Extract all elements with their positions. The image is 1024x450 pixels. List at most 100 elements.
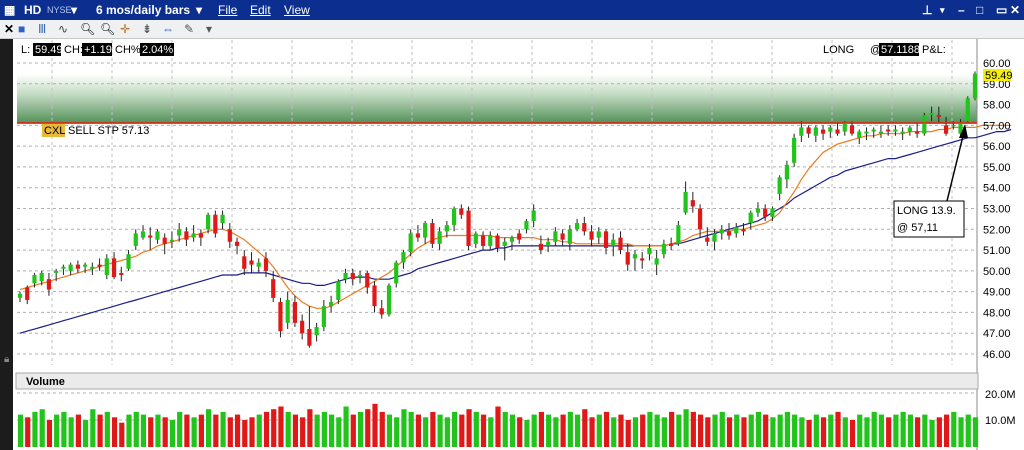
candle-body xyxy=(285,299,290,323)
volume-bar xyxy=(169,420,176,447)
change-label: CH: xyxy=(64,44,83,56)
left-scrollbar[interactable] xyxy=(0,39,13,450)
candle-body xyxy=(336,281,341,300)
candle-body xyxy=(871,129,876,132)
candle-body xyxy=(365,272,370,288)
volume-bar xyxy=(111,417,118,447)
candle-body xyxy=(242,256,247,269)
price-tick-label: 48.00 xyxy=(983,307,1011,319)
candle-body xyxy=(502,241,507,246)
candle xyxy=(972,71,978,101)
price-tick-label: 60.00 xyxy=(983,58,1011,70)
volume-bar xyxy=(661,417,668,447)
volume-bar xyxy=(965,414,971,447)
candle-body xyxy=(799,127,804,136)
volume-bar xyxy=(567,411,573,447)
candle-body xyxy=(654,258,659,265)
volume-bar xyxy=(68,417,74,447)
volume-bar xyxy=(17,414,24,447)
volume-bar xyxy=(799,417,805,447)
candle-body xyxy=(864,131,869,134)
candle-body xyxy=(893,129,898,132)
volume-bar xyxy=(220,411,226,447)
candle xyxy=(466,206,471,251)
volume-bar xyxy=(437,414,443,447)
cancel-order-button[interactable]: CXL xyxy=(44,125,65,137)
volume-bar xyxy=(741,417,747,447)
candle-body xyxy=(669,243,674,246)
candle-body xyxy=(531,210,536,221)
volume-bar xyxy=(444,417,450,447)
candle-body xyxy=(538,243,544,251)
volume-bar xyxy=(25,417,31,447)
volume-bar xyxy=(328,414,335,447)
candle-body xyxy=(401,252,406,263)
lock-icon[interactable]: 🔒︎ xyxy=(4,354,9,365)
candle-body xyxy=(46,279,52,290)
change-value: +1.19 xyxy=(84,44,112,56)
volume-bar xyxy=(618,414,624,447)
price-tick-label: 57.00 xyxy=(983,120,1011,132)
volume-bar xyxy=(386,414,393,447)
volume-bar xyxy=(285,411,291,447)
avg-price: 57.1188 xyxy=(881,44,920,56)
candle-body xyxy=(83,264,88,267)
candle-body xyxy=(314,326,319,336)
volume-bar xyxy=(820,417,827,447)
volume-bar xyxy=(423,417,429,447)
volume-bar xyxy=(647,411,653,447)
last-value: 59.49 xyxy=(35,44,63,56)
volume-bar xyxy=(314,414,320,447)
candle-body xyxy=(32,275,37,284)
volume-bar xyxy=(140,414,147,447)
volume-bar xyxy=(495,406,501,447)
candle-body xyxy=(828,127,833,132)
volume-bar xyxy=(191,417,197,447)
candle-body xyxy=(886,129,891,132)
volume-bar xyxy=(357,411,364,447)
price-axis: 46.00 47.00 48.00 49.00 50.00 51.00 52.00 53.00… xyxy=(983,58,1011,361)
candle xyxy=(430,218,435,248)
volume-bar xyxy=(451,411,458,447)
volume-bar xyxy=(886,417,892,447)
volume-bar xyxy=(524,420,530,447)
volume-bar xyxy=(394,417,400,447)
price-chart[interactable]: 46.00 47.00 48.00 49.00 50.00 51.00 52.00 53.00… xyxy=(0,0,1024,450)
volume-bar xyxy=(748,414,754,447)
volume-bar xyxy=(951,411,957,447)
volume-bar xyxy=(828,414,834,447)
volume-bar xyxy=(321,411,327,447)
volume-bar xyxy=(83,420,89,447)
volume-bar xyxy=(365,409,371,447)
volume-bar xyxy=(915,417,921,447)
candle-body xyxy=(155,231,160,240)
candle-body xyxy=(618,237,623,251)
candle-body xyxy=(640,258,645,261)
candle-body xyxy=(473,233,478,244)
candle-body xyxy=(444,225,449,232)
volume-bar xyxy=(162,417,168,447)
volume-bar xyxy=(734,414,740,447)
volume-tick-20m: 20.0M xyxy=(985,389,1016,401)
candle-body xyxy=(900,131,905,134)
last-price-tag-text: 59.49 xyxy=(985,70,1013,82)
candle-body xyxy=(915,131,920,134)
change-pct-label: CH%: xyxy=(115,44,144,56)
candle-body xyxy=(17,293,23,298)
candle-body xyxy=(292,302,298,323)
volume-bar xyxy=(517,417,523,447)
volume-bar xyxy=(972,417,979,447)
change-pct-value: 2.04% xyxy=(142,44,173,56)
candle-body xyxy=(596,231,601,238)
candle-body xyxy=(574,223,580,230)
volume-bar xyxy=(589,417,595,447)
candle-body xyxy=(835,129,840,134)
candle-body xyxy=(929,112,934,115)
volume-bar xyxy=(415,414,422,447)
candle-body xyxy=(198,233,203,238)
candle-body xyxy=(466,210,471,246)
volume-bar xyxy=(104,411,110,447)
volume-bar xyxy=(813,414,819,447)
volume-bar xyxy=(256,414,262,447)
candle-body xyxy=(126,254,131,269)
